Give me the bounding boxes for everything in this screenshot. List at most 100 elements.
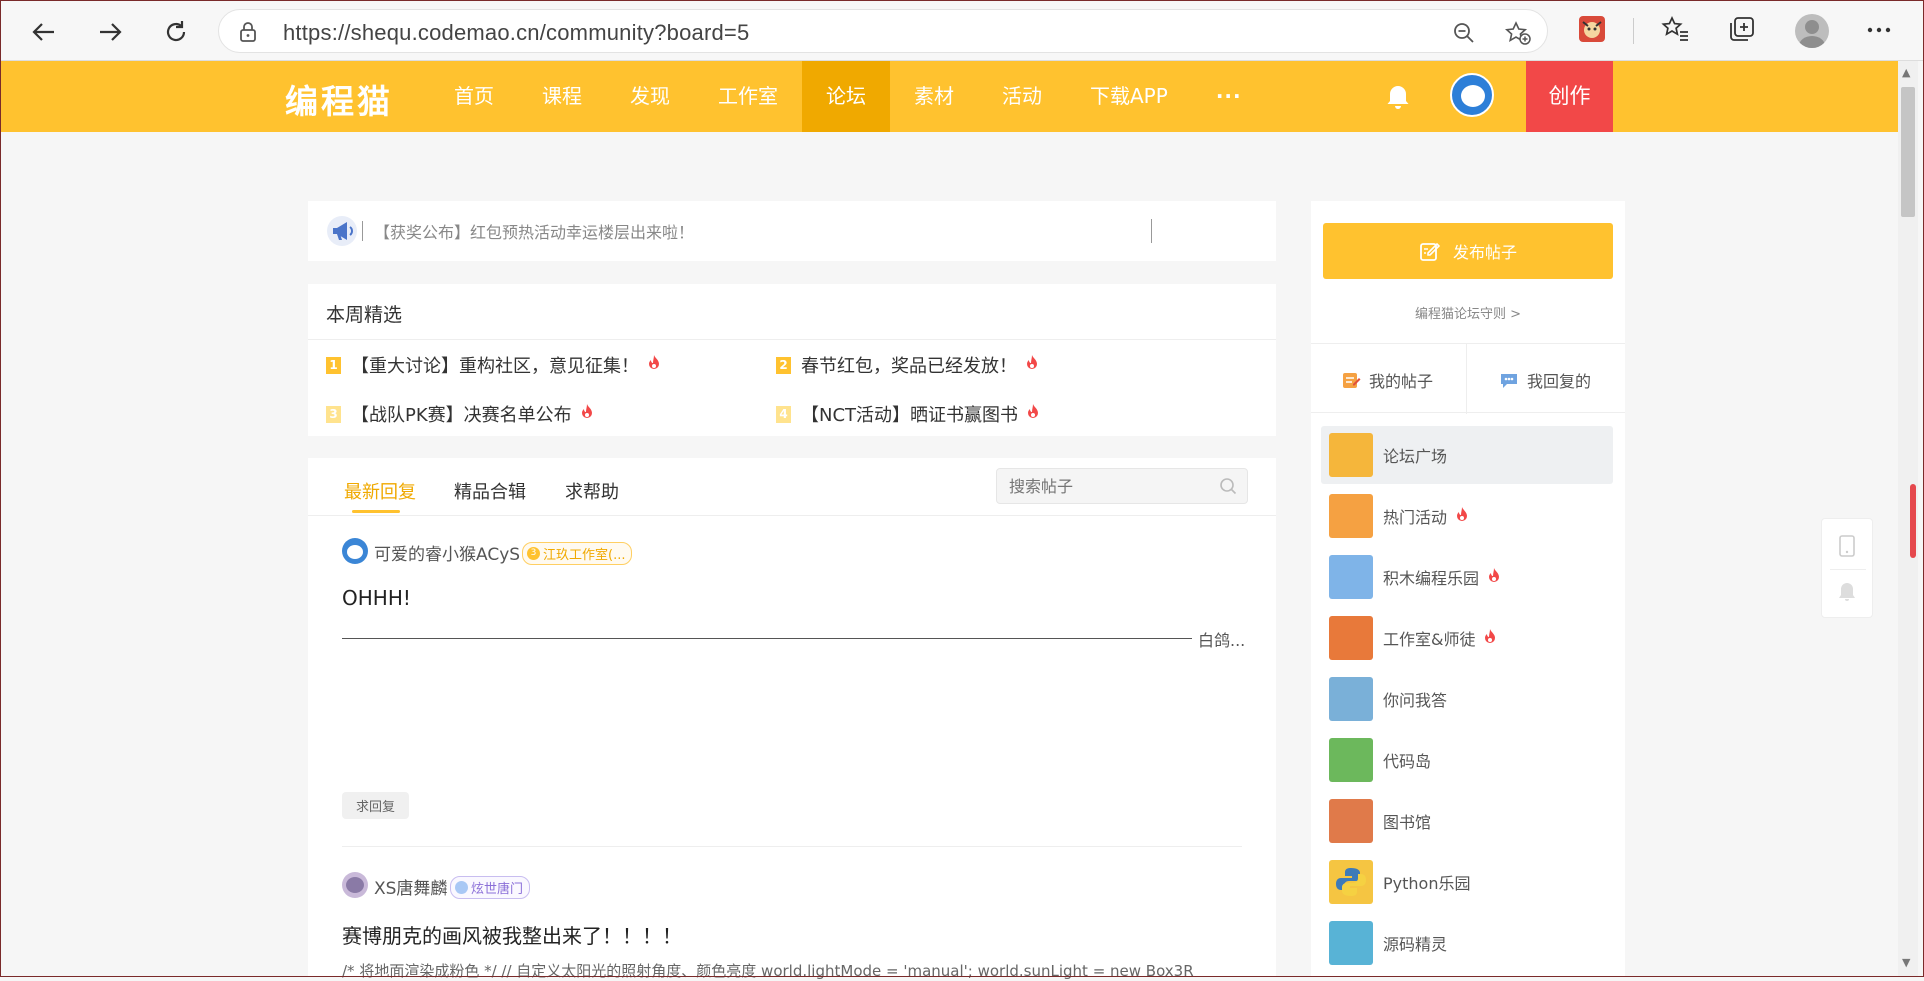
url-text[interactable]: https://shequ.codemao.cn/community?board… <box>283 20 749 46</box>
board-item-qa[interactable]: 你问我答 <box>1321 670 1613 728</box>
address-bar[interactable]: https://shequ.codemao.cn/community?board… <box>218 9 1548 53</box>
search-icon[interactable] <box>1219 477 1237 499</box>
menu-item-events[interactable]: 活动 <box>978 61 1066 132</box>
main-menu: 首页 课程 发现 工作室 论坛 素材 活动 下载APP ··· <box>430 61 1266 132</box>
announcement-bar: 【获奖公布】红包预热活动幸运楼层出来啦！ <box>308 201 1276 261</box>
hot-fire-icon <box>1483 628 1497 649</box>
weekly-item[interactable]: 1 【重大讨论】重构社区，意见征集！ <box>326 352 661 378</box>
weekly-item-title[interactable]: 【NCT活动】晒证书赢图书 <box>801 401 1018 427</box>
posts-panel: 最新回复 精品合辑 求帮助 可爱的睿小猴ACyS 3 江玖工作室(... OHH… <box>308 458 1276 980</box>
weekly-item-title[interactable]: 【战队PK赛】决赛名单公布 <box>351 401 572 427</box>
weekly-item-title[interactable]: 【重大讨论】重构社区，意见征集！ <box>351 352 639 378</box>
extension-icon[interactable] <box>1577 14 1607 48</box>
menu-item-courses[interactable]: 课程 <box>518 61 606 132</box>
rank-badge: 4 <box>776 405 791 423</box>
weekly-item-title[interactable]: 春节红包，奖品已经发放！ <box>801 352 1017 378</box>
weekly-picks: 本周精选 1 【重大讨论】重构社区，意见征集！ 2 春节红包，奖品已经发放！ 3… <box>308 284 1276 436</box>
weekly-item[interactable]: 2 春节红包，奖品已经发放！ <box>776 352 1039 378</box>
post-author-avatar[interactable] <box>342 538 368 564</box>
collections-icon[interactable] <box>1727 14 1757 48</box>
scrollbar-thumb[interactable] <box>1901 87 1915 217</box>
hot-fire-icon <box>580 403 594 425</box>
menu-item-discover[interactable]: 发现 <box>606 61 694 132</box>
my-activity-divider <box>1466 344 1467 414</box>
board-label: 积木编程乐园 <box>1383 569 1480 588</box>
studio-badge[interactable]: 炫世唐门 <box>450 876 531 899</box>
board-item-block-coding[interactable]: 积木编程乐园 <box>1321 548 1613 606</box>
publish-post-button[interactable]: 发布帖子 <box>1323 223 1613 279</box>
post-author-name[interactable]: 可爱的睿小猴ACyS <box>374 540 520 565</box>
board-item-python[interactable]: Python乐园 <box>1321 853 1613 911</box>
post-preview-tail: 白鸽... <box>1198 631 1246 650</box>
board-item-source-sprite[interactable]: 源码精灵 <box>1321 914 1613 972</box>
post-author-avatar[interactable] <box>342 872 368 898</box>
search-input[interactable] <box>1007 475 1207 497</box>
level-badge <box>455 881 468 894</box>
favorites-icon[interactable] <box>1660 14 1690 48</box>
notification-icon[interactable] <box>1837 581 1857 607</box>
user-avatar[interactable] <box>1450 73 1494 117</box>
menu-item-studio[interactable]: 工作室 <box>694 61 802 132</box>
post-tag[interactable]: 求回复 <box>342 792 410 819</box>
board-label: 你问我答 <box>1383 691 1448 710</box>
studio-badge[interactable]: 3 江玖工作室(... <box>522 542 633 565</box>
menu-item-materials[interactable]: 素材 <box>890 61 978 132</box>
post-snippet: /* 将地面渲染成粉色 */ // 自定义太阳光的照射角度、颜色亮度 world… <box>342 962 1194 980</box>
rank-badge: 3 <box>326 405 341 423</box>
post-author-name[interactable]: XS唐舞麟 <box>374 874 447 899</box>
menu-item-home[interactable]: 首页 <box>430 61 518 132</box>
studio-badge-label: 江玖工作室(... <box>543 548 626 563</box>
hot-fire-icon <box>1026 403 1040 425</box>
lock-icon[interactable] <box>237 21 259 47</box>
board-item-forum-square[interactable]: 论坛广场 <box>1321 426 1613 484</box>
board-block-coding-icon <box>1329 555 1373 599</box>
weekly-item[interactable]: 4 【NCT活动】晒证书赢图书 <box>776 401 1040 427</box>
scroll-down-arrow-icon[interactable]: ▼ <box>1902 956 1910 969</box>
board-item-library[interactable]: 图书馆 <box>1321 792 1613 850</box>
post-tabs: 最新回复 精品合辑 求帮助 <box>308 458 1276 516</box>
my-replies-button[interactable]: 我回复的 <box>1499 368 1591 392</box>
board-hot-events-icon <box>1329 494 1373 538</box>
zoom-out-icon[interactable] <box>1452 21 1476 49</box>
forward-icon[interactable] <box>90 12 130 52</box>
profile-icon[interactable] <box>1795 14 1829 48</box>
create-button[interactable]: 创作 <box>1526 61 1613 132</box>
tab-featured[interactable]: 精品合辑 <box>454 478 526 504</box>
announcement-divider-right <box>1151 219 1152 243</box>
tab-help[interactable]: 求帮助 <box>565 478 619 504</box>
menu-item-more[interactable]: ··· <box>1192 61 1266 132</box>
post-title[interactable]: OHHH! <box>342 586 411 610</box>
board-item-hot-events[interactable]: 热门活动 <box>1321 487 1613 545</box>
board-label: 热门活动 <box>1383 508 1448 527</box>
announcement-divider <box>362 221 363 241</box>
my-replies-icon <box>1499 370 1519 390</box>
add-favorite-icon[interactable] <box>1504 21 1531 49</box>
menu-item-download-app[interactable]: 下载APP <box>1066 61 1192 132</box>
board-item-code-island[interactable]: 代码岛 <box>1321 731 1613 789</box>
hot-fire-icon <box>1025 354 1039 376</box>
rank-badge: 2 <box>776 356 791 374</box>
scroll-up-arrow-icon[interactable]: ▲ <box>1902 66 1910 79</box>
mobile-icon[interactable] <box>1838 535 1856 561</box>
hot-fire-icon <box>647 354 661 376</box>
board-label: 工作室&师徒 <box>1383 630 1476 649</box>
browser-toolbar: https://shequ.codemao.cn/community?board… <box>0 0 1924 61</box>
board-library-icon <box>1329 799 1373 843</box>
notification-bell-icon[interactable] <box>1384 83 1412 115</box>
refresh-icon[interactable] <box>156 12 196 52</box>
menu-item-forum[interactable]: 论坛 <box>802 61 890 132</box>
tab-latest-replies[interactable]: 最新回复 <box>344 478 416 504</box>
back-icon[interactable] <box>24 12 64 52</box>
board-item-studio-mentor[interactable]: 工作室&师徒 <box>1321 609 1613 667</box>
announcement-text[interactable]: 【获奖公布】红包预热活动幸运楼层出来啦！ <box>374 219 694 243</box>
my-posts-button[interactable]: 我的帖子 <box>1341 368 1433 392</box>
weekly-item[interactable]: 3 【战队PK赛】决赛名单公布 <box>326 401 594 427</box>
board-qa-icon <box>1329 677 1373 721</box>
site-logo[interactable]: 编程猫 <box>285 75 393 123</box>
forum-rules-link[interactable]: 编程猫论坛守则 > <box>1311 303 1625 322</box>
board-studio-mentor-icon <box>1329 616 1373 660</box>
post-title[interactable]: 赛博朋克的画风被我整出来了！！！！ <box>342 920 682 949</box>
search-box <box>996 468 1248 504</box>
board-python-icon <box>1329 860 1373 904</box>
more-icon[interactable] <box>1866 20 1892 44</box>
